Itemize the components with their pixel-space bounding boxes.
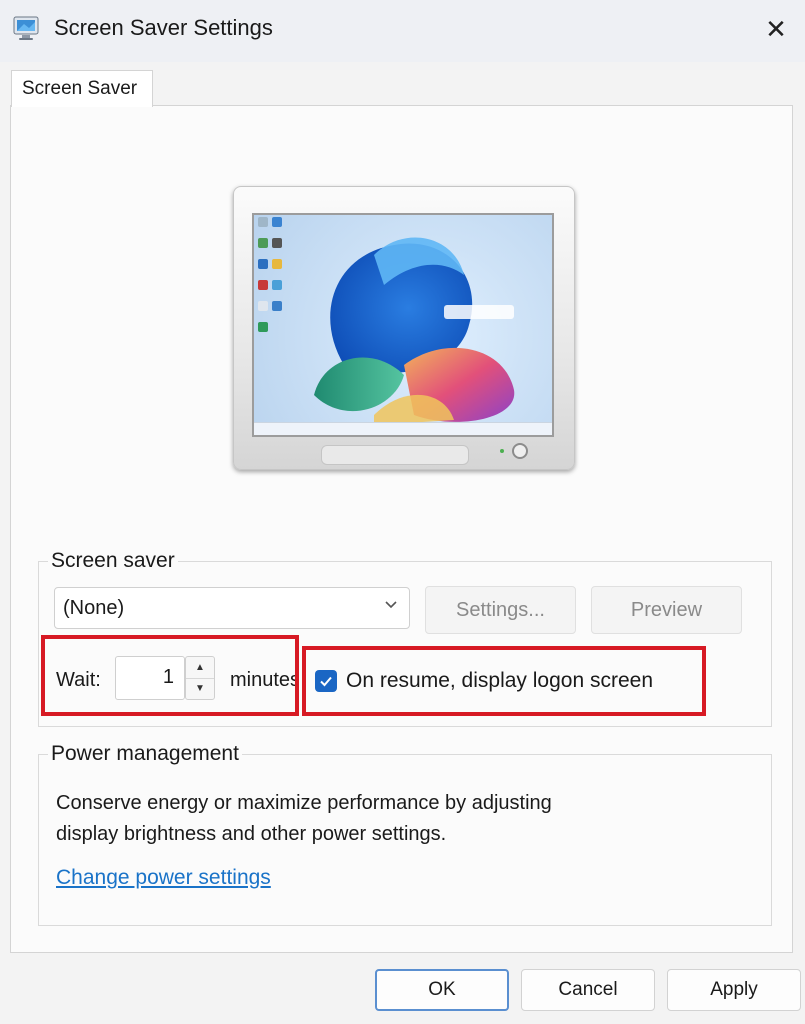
preview-button[interactable]: Preview bbox=[591, 586, 742, 634]
monitor-power-icon bbox=[512, 443, 528, 459]
power-led bbox=[500, 449, 504, 453]
preview-taskbar bbox=[254, 422, 552, 435]
ok-button[interactable]: OK bbox=[375, 969, 509, 1011]
window-title: Screen Saver Settings bbox=[54, 15, 273, 40]
wait-spinner: ▲ ▼ bbox=[185, 656, 215, 700]
monitor-base bbox=[321, 445, 469, 465]
wallpaper-image bbox=[314, 237, 515, 425]
power-management-group-label: Power management bbox=[48, 742, 242, 766]
screen-saver-monitor-icon bbox=[12, 14, 40, 42]
title-bar: Screen Saver Settings ✕ bbox=[0, 0, 805, 62]
cancel-button[interactable]: Cancel bbox=[521, 969, 655, 1011]
minutes-label: minutes bbox=[230, 669, 298, 691]
tab-label: Screen Saver bbox=[22, 78, 138, 99]
wait-value: 1 bbox=[162, 666, 174, 688]
close-button[interactable]: ✕ bbox=[752, 8, 800, 50]
desktop-icons bbox=[258, 217, 288, 343]
screen-saver-group-label: Screen saver bbox=[48, 549, 178, 573]
screen-saver-selected: (None) bbox=[63, 597, 125, 619]
power-description-line2: display brightness and other power setti… bbox=[56, 823, 447, 845]
screen-saver-select[interactable]: (None) bbox=[54, 587, 410, 629]
spin-up-button[interactable]: ▲ bbox=[186, 657, 214, 679]
wait-label: Wait: bbox=[56, 669, 101, 691]
on-resume-label[interactable]: On resume, display logon screen bbox=[346, 669, 653, 693]
power-description-line1: Conserve energy or maximize performance … bbox=[56, 792, 552, 814]
settings-button[interactable]: Settings... bbox=[425, 586, 576, 634]
monitor-screen bbox=[252, 213, 554, 437]
arrow-down-icon: ▼ bbox=[195, 683, 205, 694]
chevron-down-icon bbox=[383, 596, 399, 617]
arrow-up-icon: ▲ bbox=[195, 662, 205, 673]
apply-button[interactable]: Apply bbox=[667, 969, 801, 1011]
tab-screen-saver[interactable]: Screen Saver bbox=[11, 70, 153, 107]
monitor-preview bbox=[233, 186, 575, 470]
checkmark-icon bbox=[320, 676, 332, 687]
wait-minutes-input[interactable]: 1 bbox=[115, 656, 185, 700]
change-power-settings-link[interactable]: Change power settings bbox=[56, 866, 271, 890]
spin-down-button[interactable]: ▼ bbox=[186, 678, 214, 699]
on-resume-checkbox[interactable] bbox=[315, 670, 337, 692]
power-description: Conserve energy or maximize performance … bbox=[56, 788, 696, 850]
close-icon: ✕ bbox=[765, 13, 787, 44]
